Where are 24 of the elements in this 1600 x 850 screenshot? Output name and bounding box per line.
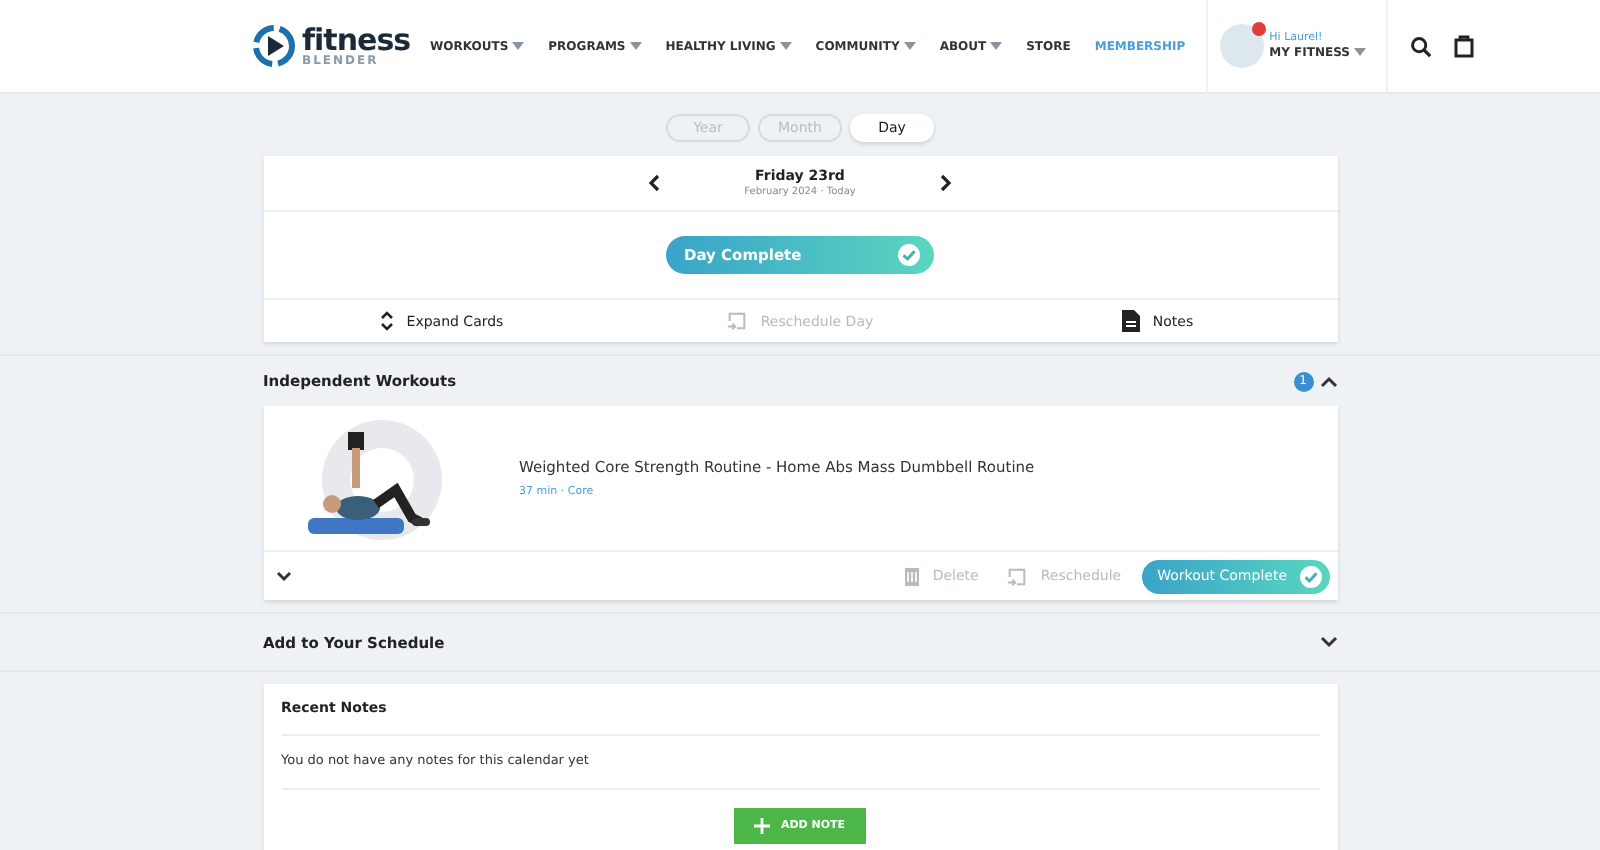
plus-icon bbox=[754, 818, 771, 834]
caret-icon[interactable] bbox=[990, 42, 1003, 50]
caret-icon[interactable] bbox=[629, 42, 642, 50]
calendar-arrow-icon bbox=[1006, 565, 1029, 587]
trash-icon bbox=[904, 566, 921, 586]
previous-icon[interactable] bbox=[648, 174, 661, 192]
document-icon bbox=[1122, 310, 1141, 332]
shopping-bag-icon[interactable] bbox=[1454, 34, 1475, 58]
collapse-icon[interactable] bbox=[1319, 375, 1337, 387]
logo-name[interactable]: fitness bbox=[302, 25, 411, 55]
search-icon[interactable] bbox=[1410, 35, 1433, 57]
caret-icon[interactable] bbox=[779, 42, 792, 50]
expand-icon[interactable] bbox=[1319, 636, 1337, 648]
check-icon bbox=[1299, 565, 1321, 587]
caret-icon[interactable] bbox=[1354, 47, 1367, 56]
expand-icon[interactable] bbox=[275, 570, 291, 582]
expand-icon bbox=[380, 310, 395, 332]
caret-icon[interactable] bbox=[512, 42, 525, 50]
next-icon[interactable] bbox=[939, 174, 952, 192]
calendar-arrow-icon bbox=[726, 310, 749, 332]
avatar[interactable] bbox=[1219, 24, 1264, 68]
check-icon bbox=[898, 244, 920, 266]
caret-icon[interactable] bbox=[903, 42, 916, 50]
logo-icon[interactable] bbox=[252, 24, 296, 68]
